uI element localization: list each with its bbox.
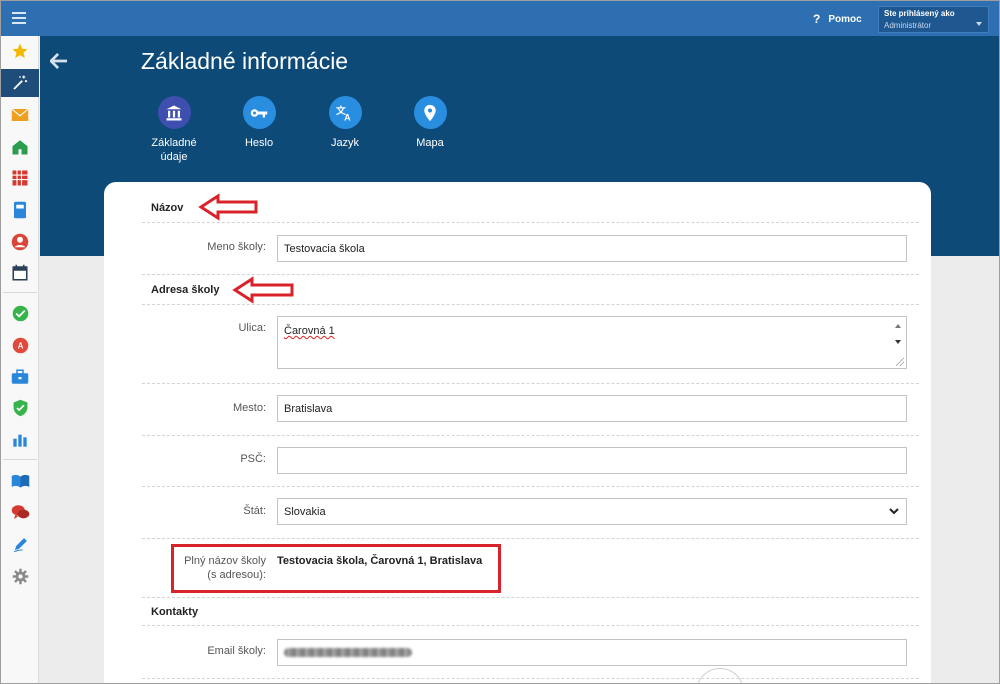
email-input[interactable] bbox=[277, 639, 907, 666]
calendar-icon[interactable] bbox=[1, 259, 39, 287]
tab-language[interactable]: 文A Jazyk bbox=[310, 96, 380, 150]
scroll-indicator bbox=[696, 668, 744, 683]
gear-icon[interactable] bbox=[1, 562, 39, 590]
user-label: Ste prihlásený ako bbox=[884, 9, 955, 18]
star-icon[interactable] bbox=[1, 37, 39, 65]
country-select[interactable]: Slovakia bbox=[277, 498, 907, 525]
bank-building-icon bbox=[157, 96, 191, 129]
scroll-up-icon bbox=[895, 324, 901, 328]
sidebar: A bbox=[1, 36, 39, 683]
zip-label: PSČ: bbox=[240, 453, 266, 465]
help-label: Pomoc bbox=[828, 13, 862, 25]
sidebar-divider bbox=[3, 292, 37, 293]
street-label: Ulica: bbox=[238, 322, 266, 334]
tab-label: Jazyk bbox=[330, 137, 360, 149]
row-divider bbox=[142, 486, 919, 487]
envelope-icon[interactable] bbox=[1, 101, 39, 129]
user-dropdown[interactable]: Ste prihlásený ako Administrátor bbox=[878, 6, 989, 33]
help-link[interactable]: ? Pomoc bbox=[813, 11, 862, 27]
tab-basic-info[interactable]: Základné údaje bbox=[139, 96, 209, 164]
tab-password[interactable]: Heslo bbox=[224, 96, 294, 150]
redacted-email bbox=[284, 648, 412, 657]
back-arrow-icon[interactable] bbox=[48, 50, 70, 72]
section-contacts-heading: Kontakty bbox=[151, 606, 199, 618]
caret-down-icon bbox=[976, 22, 982, 26]
country-label: Štát: bbox=[243, 505, 266, 517]
annotation-highlight-box bbox=[171, 544, 501, 593]
scroll-down-icon bbox=[895, 340, 901, 344]
school-building-icon[interactable] bbox=[1, 133, 39, 161]
sidebar-divider bbox=[3, 459, 37, 460]
grade-icon[interactable]: A bbox=[1, 331, 39, 359]
section-name-heading: Názov bbox=[151, 202, 184, 214]
street-value: Čarovná 1 bbox=[284, 325, 335, 337]
person-icon[interactable] bbox=[1, 228, 39, 256]
email-label: Email školy: bbox=[207, 645, 266, 657]
open-book-icon[interactable] bbox=[1, 467, 39, 495]
school-name-label: Meno školy: bbox=[207, 241, 266, 253]
shield-check-icon[interactable] bbox=[1, 394, 39, 422]
row-divider bbox=[142, 678, 919, 679]
bar-chart-icon[interactable] bbox=[1, 426, 39, 454]
svg-text:A: A bbox=[344, 112, 351, 122]
class-book-icon[interactable] bbox=[1, 196, 39, 224]
row-divider bbox=[142, 597, 919, 598]
tab-label: Základné bbox=[151, 137, 197, 149]
school-name-value: Testovacia škola bbox=[284, 243, 365, 255]
svg-text:A: A bbox=[17, 341, 23, 350]
country-value: Slovakia bbox=[284, 506, 326, 518]
city-value: Bratislava bbox=[284, 403, 333, 415]
question-icon: ? bbox=[813, 12, 821, 26]
briefcase-icon[interactable] bbox=[1, 363, 39, 391]
check-circle-icon[interactable] bbox=[1, 299, 39, 327]
page-title: Základné informácie bbox=[141, 48, 349, 74]
street-textarea[interactable]: Čarovná 1 bbox=[277, 316, 907, 369]
row-divider bbox=[142, 222, 919, 223]
magic-wand-icon[interactable] bbox=[1, 69, 39, 97]
zip-input[interactable] bbox=[277, 447, 907, 474]
row-divider bbox=[142, 435, 919, 436]
pen-icon[interactable] bbox=[1, 530, 39, 558]
resize-grip-icon[interactable] bbox=[896, 358, 904, 366]
row-divider bbox=[142, 304, 919, 305]
form-panel: Názov Meno školy: Testovacia škola Adres… bbox=[104, 182, 931, 683]
tab-label: Heslo bbox=[244, 137, 274, 149]
tab-label: Mapa bbox=[416, 137, 444, 149]
annotation-arrow-icon bbox=[232, 276, 294, 304]
city-label: Mesto: bbox=[232, 402, 266, 414]
section-address-heading: Adresa školy bbox=[151, 284, 220, 296]
timetable-grid-icon[interactable] bbox=[1, 164, 39, 192]
chevron-down-icon bbox=[889, 508, 899, 515]
row-divider bbox=[142, 538, 919, 539]
annotation-arrow-icon bbox=[198, 193, 258, 221]
app-window: ? Pomoc Ste prihlásený ako Administrátor bbox=[0, 0, 1000, 684]
row-divider bbox=[142, 274, 919, 275]
map-pin-icon bbox=[413, 96, 447, 129]
translate-icon: 文A bbox=[328, 96, 362, 129]
chat-bubbles-icon[interactable] bbox=[1, 498, 39, 526]
school-name-input[interactable]: Testovacia škola bbox=[277, 235, 907, 262]
user-role: Administrátor bbox=[884, 21, 932, 30]
top-bar: ? Pomoc Ste prihlásený ako Administrátor bbox=[1, 1, 999, 36]
city-input[interactable]: Bratislava bbox=[277, 395, 907, 422]
row-divider bbox=[142, 383, 919, 384]
key-icon bbox=[242, 96, 276, 129]
row-divider bbox=[142, 625, 919, 626]
hamburger-menu-icon[interactable] bbox=[5, 5, 33, 31]
tab-label: údaje bbox=[160, 151, 188, 163]
tab-map[interactable]: Mapa bbox=[395, 96, 465, 150]
